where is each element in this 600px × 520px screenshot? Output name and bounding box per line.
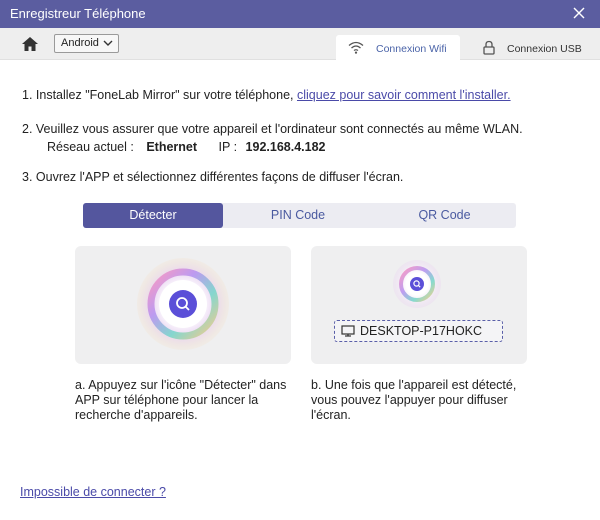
network-info: Réseau actuel : Ethernet IP : 192.168.4.… bbox=[47, 140, 326, 154]
detect-illustration bbox=[137, 258, 229, 350]
step-1: 1. Installez "FoneLab Mirror" sur votre … bbox=[22, 88, 511, 102]
detected-illustration bbox=[393, 260, 441, 308]
detect-card bbox=[75, 246, 291, 364]
mode-switch: Détecter PIN Code QR Code bbox=[83, 203, 516, 228]
network-label: Réseau actuel : bbox=[47, 140, 134, 154]
mode-pin-code[interactable]: PIN Code bbox=[223, 203, 373, 228]
chevron-down-icon bbox=[103, 40, 113, 46]
close-icon[interactable] bbox=[572, 6, 586, 20]
network-value: Ethernet bbox=[146, 140, 198, 154]
window-title: Enregistreur Téléphone bbox=[10, 6, 146, 21]
description-a: a. Appuyez sur l'icône "Détecter" dans A… bbox=[75, 378, 287, 422]
wifi-icon bbox=[348, 41, 364, 54]
lock-icon bbox=[483, 40, 495, 55]
mode-detect[interactable]: Détecter bbox=[83, 203, 223, 228]
os-select-value: Android bbox=[61, 37, 99, 49]
tab-usb[interactable]: Connexion USB bbox=[470, 35, 590, 61]
device-name: DESKTOP-P17HOKC bbox=[360, 324, 483, 338]
tab-wifi-label: Connexion Wifi bbox=[376, 43, 447, 55]
home-icon[interactable] bbox=[20, 34, 40, 54]
cannot-connect-link[interactable]: Impossible de connecter ? bbox=[20, 485, 166, 499]
description-b: b. Une fois que l'appareil est détecté, … bbox=[311, 378, 517, 422]
mode-qr-code[interactable]: QR Code bbox=[373, 203, 516, 228]
detected-device[interactable]: DESKTOP-P17HOKC bbox=[334, 320, 503, 342]
tab-usb-label: Connexion USB bbox=[507, 43, 582, 55]
ip-label: IP : bbox=[218, 140, 238, 154]
step-2-text: 2. Veuillez vous assurer que votre appar… bbox=[22, 122, 523, 136]
ip-value: 192.168.4.182 bbox=[245, 140, 326, 154]
step-3-text: 3. Ouvrez l'APP et sélectionnez différen… bbox=[22, 170, 404, 184]
title-bar: Enregistreur Téléphone bbox=[0, 0, 600, 28]
monitor-icon bbox=[341, 325, 355, 337]
os-select[interactable]: Android bbox=[54, 34, 119, 53]
step-1-text: 1. Installez "FoneLab Mirror" sur votre … bbox=[22, 88, 297, 102]
tab-wifi[interactable]: Connexion Wifi bbox=[336, 35, 460, 61]
install-help-link[interactable]: cliquez pour savoir comment l'installer. bbox=[297, 88, 511, 102]
detected-card bbox=[311, 246, 527, 364]
